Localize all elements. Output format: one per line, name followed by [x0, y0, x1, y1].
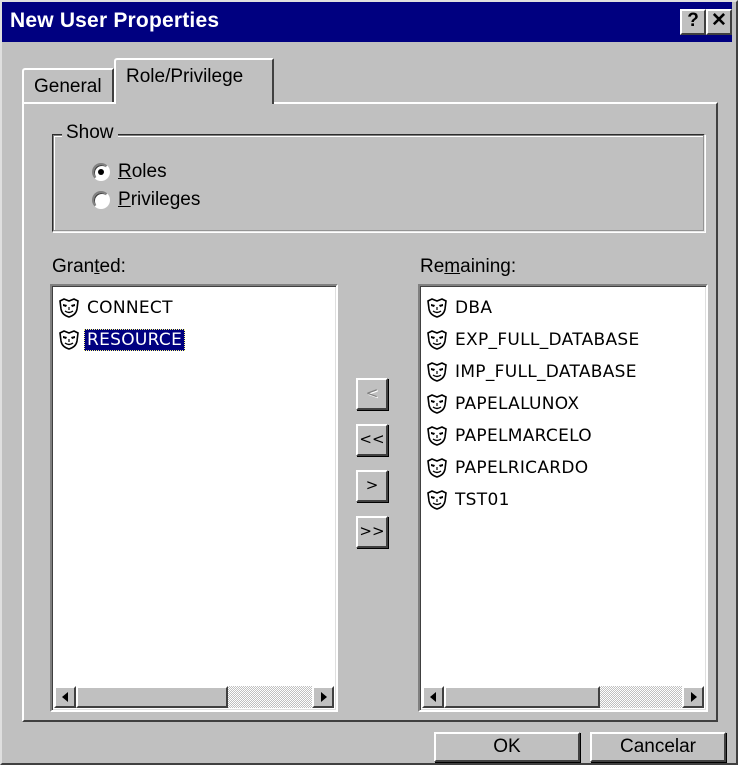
radio-privileges[interactable]: Privileges — [92, 188, 200, 212]
remaining-listbox[interactable]: DBA EXP_FULL_DATABASE IMP_FULL_DATABASE PAP… — [418, 284, 708, 712]
show-group-label: Show — [62, 122, 118, 144]
granted-listbox[interactable]: CONNECT RESOURCE — [50, 284, 338, 712]
grant-button[interactable]: > — [356, 470, 388, 502]
radio-roles-label: Roles — [118, 161, 167, 182]
granted-label: Granted: — [52, 256, 126, 277]
list-item-label: CONNECT — [87, 298, 173, 318]
role-mask-icon — [426, 458, 448, 478]
role-mask-icon — [426, 490, 448, 510]
role-mask-icon — [426, 330, 448, 350]
close-button[interactable]: ✕ — [706, 9, 732, 35]
radio-roles[interactable]: Roles — [92, 160, 167, 184]
list-item-label: EXP_FULL_DATABASE — [455, 330, 640, 350]
list-item-label: TST01 — [455, 490, 510, 510]
revoke-all-button[interactable]: << — [356, 424, 388, 456]
role-mask-icon — [58, 330, 80, 350]
radio-privileges-indicator[interactable] — [92, 191, 110, 209]
granted-items: CONNECT RESOURCE — [58, 292, 332, 356]
list-item-label: RESOURCE — [84, 329, 186, 351]
scroll-right-button[interactable] — [312, 686, 334, 708]
right-arrow-icon — [691, 692, 697, 702]
list-item-label: PAPELRICARDO — [455, 458, 589, 478]
role-mask-icon — [58, 298, 80, 318]
remaining-items: DBA EXP_FULL_DATABASE IMP_FULL_DATABASE PAP… — [426, 292, 702, 516]
tab-role-privilege[interactable]: Role/Privilege — [114, 58, 274, 104]
window-title: New User Properties — [10, 9, 220, 32]
title-bar: New User Properties ? ✕ — [2, 2, 732, 42]
list-item[interactable]: PAPELRICARDO — [426, 452, 702, 484]
list-item[interactable]: PAPELMARCELO — [426, 420, 702, 452]
list-item-label: IMP_FULL_DATABASE — [455, 362, 637, 382]
list-item-label: PAPELALUNOX — [455, 394, 580, 414]
scroll-thumb[interactable] — [444, 686, 600, 708]
radio-roles-indicator[interactable] — [92, 163, 110, 181]
left-arrow-icon — [62, 692, 68, 702]
right-arrow-icon — [321, 692, 327, 702]
role-mask-icon — [426, 362, 448, 382]
ok-button[interactable]: OK — [434, 732, 580, 762]
remaining-label: Remaining: — [420, 256, 517, 277]
left-arrow-icon — [430, 692, 436, 702]
list-item[interactable]: RESOURCE — [58, 324, 332, 356]
role-mask-icon — [426, 298, 448, 318]
cancel-button[interactable]: Cancelar — [590, 732, 726, 762]
list-item[interactable]: CONNECT — [58, 292, 332, 324]
scroll-left-button[interactable] — [54, 686, 76, 708]
help-button[interactable]: ? — [680, 9, 706, 35]
tab-general[interactable]: General — [22, 68, 114, 102]
scroll-right-button[interactable] — [682, 686, 704, 708]
list-item[interactable]: PAPELALUNOX — [426, 388, 702, 420]
list-item-label: DBA — [455, 298, 493, 318]
list-item[interactable]: IMP_FULL_DATABASE — [426, 356, 702, 388]
list-item-label: PAPELMARCELO — [455, 426, 592, 446]
list-item[interactable]: EXP_FULL_DATABASE — [426, 324, 702, 356]
remaining-hscrollbar[interactable] — [422, 686, 704, 708]
grant-all-button[interactable]: >> — [356, 516, 388, 548]
scroll-thumb[interactable] — [76, 686, 228, 708]
revoke-button[interactable]: < — [356, 378, 388, 410]
granted-hscrollbar[interactable] — [54, 686, 334, 708]
list-item[interactable]: DBA — [426, 292, 702, 324]
role-mask-icon — [426, 394, 448, 414]
scroll-left-button[interactable] — [422, 686, 444, 708]
role-mask-icon — [426, 426, 448, 446]
radio-privileges-label: Privileges — [118, 189, 201, 210]
list-item[interactable]: TST01 — [426, 484, 702, 516]
